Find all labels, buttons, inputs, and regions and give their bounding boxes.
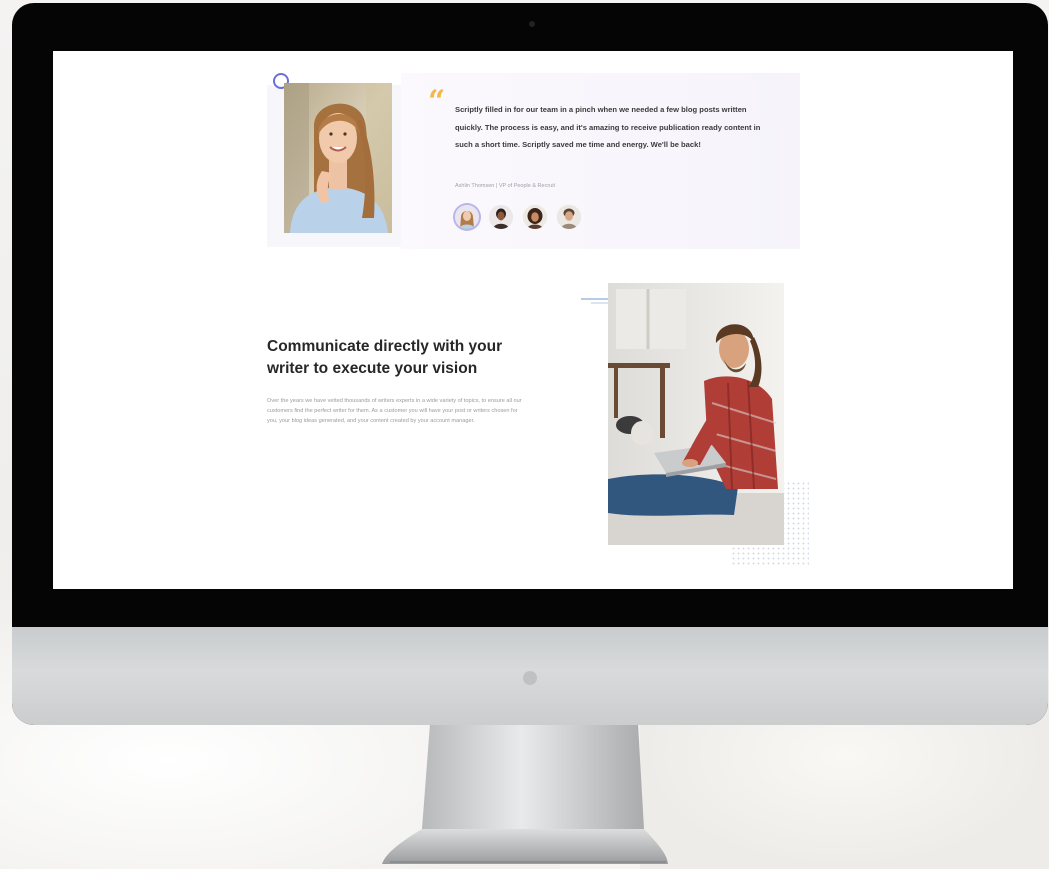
avatar-1[interactable] [455, 205, 479, 229]
monitor-stand [382, 724, 668, 864]
avatar-3[interactable] [523, 205, 547, 229]
camera-icon [529, 21, 535, 27]
monitor: “ Scriptly filled in for our team in a p… [12, 3, 1048, 725]
testimonial-author: Ashlin Thomsen | VP of People & Recruit [455, 183, 555, 189]
feature-description: Over the years we have vetted thousands … [267, 398, 522, 425]
feature-photo [608, 283, 784, 545]
avatar-2[interactable] [489, 205, 513, 229]
quote-mark-icon: “ [428, 84, 446, 119]
testimonial-photo [284, 83, 392, 233]
avatar-4[interactable] [557, 205, 581, 229]
website-screen: “ Scriptly filled in for our team in a p… [53, 51, 1013, 589]
testimonial-quote: Scriptly filled in for our team in a pin… [455, 105, 761, 149]
apple-logo-icon [523, 671, 537, 685]
testimonial-avatar-list [455, 205, 591, 229]
feature-title: Communicate directly with your writer to… [267, 338, 503, 377]
